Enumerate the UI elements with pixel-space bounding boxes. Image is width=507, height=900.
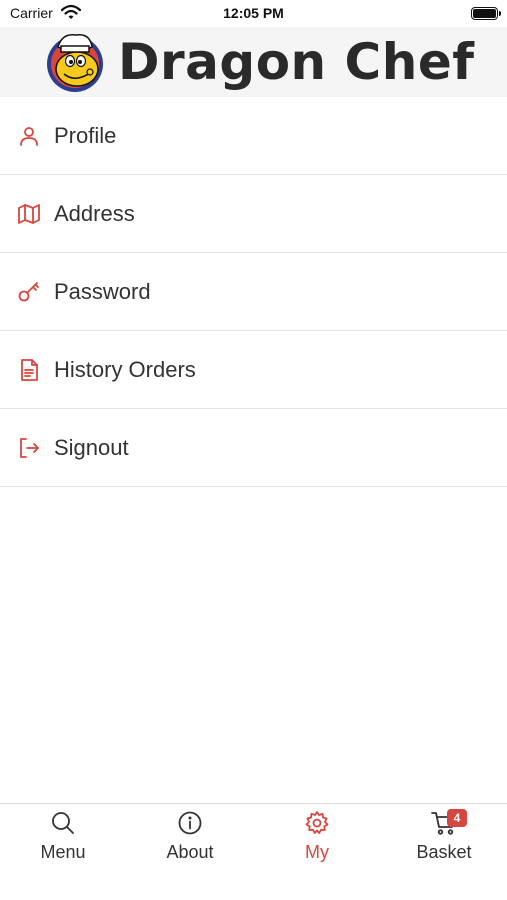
tab-label: My xyxy=(305,842,329,862)
menu-item-label: Profile xyxy=(54,122,117,148)
gear-icon xyxy=(304,810,330,836)
app-header: Dragon Chef xyxy=(0,27,507,97)
menu-item-address[interactable]: Address xyxy=(0,175,507,253)
menu-item-history-orders[interactable]: History Orders xyxy=(0,331,507,409)
document-icon xyxy=(16,357,42,383)
user-icon xyxy=(16,123,42,149)
battery-icon xyxy=(471,7,501,20)
tab-label: About xyxy=(166,842,214,862)
tab-basket[interactable]: Basket xyxy=(381,804,507,874)
menu-item-password[interactable]: Password xyxy=(0,253,507,331)
signout-icon xyxy=(16,435,42,461)
menu-item-label: Password xyxy=(54,278,151,304)
tab-label: Menu xyxy=(40,842,86,862)
account-menu-list: Profile Address Password History Orders … xyxy=(0,97,507,487)
tab-menu[interactable]: Menu xyxy=(0,804,126,874)
menu-item-label: History Orders xyxy=(54,356,196,382)
tab-label: Basket xyxy=(416,842,472,862)
status-time: 12:05 PM xyxy=(223,5,284,21)
key-icon xyxy=(16,279,42,305)
tab-about[interactable]: About xyxy=(127,804,253,874)
tab-my[interactable]: My xyxy=(254,804,380,874)
menu-item-profile[interactable]: Profile xyxy=(0,97,507,175)
menu-item-label: Address xyxy=(54,200,135,226)
map-icon xyxy=(16,201,42,227)
dragon-chef-mascot-logo xyxy=(47,34,103,92)
menu-item-label: Signout xyxy=(54,434,129,460)
bottom-tab-bar: Menu About My Basket 4 xyxy=(0,803,507,900)
basket-count-badge: 4 xyxy=(447,809,467,827)
status-bar: Carrier 12:05 PM xyxy=(0,0,507,27)
search-icon xyxy=(50,810,76,836)
info-icon xyxy=(177,810,203,836)
brand-name: Dragon Chef xyxy=(118,33,475,91)
menu-item-signout[interactable]: Signout xyxy=(0,409,507,487)
